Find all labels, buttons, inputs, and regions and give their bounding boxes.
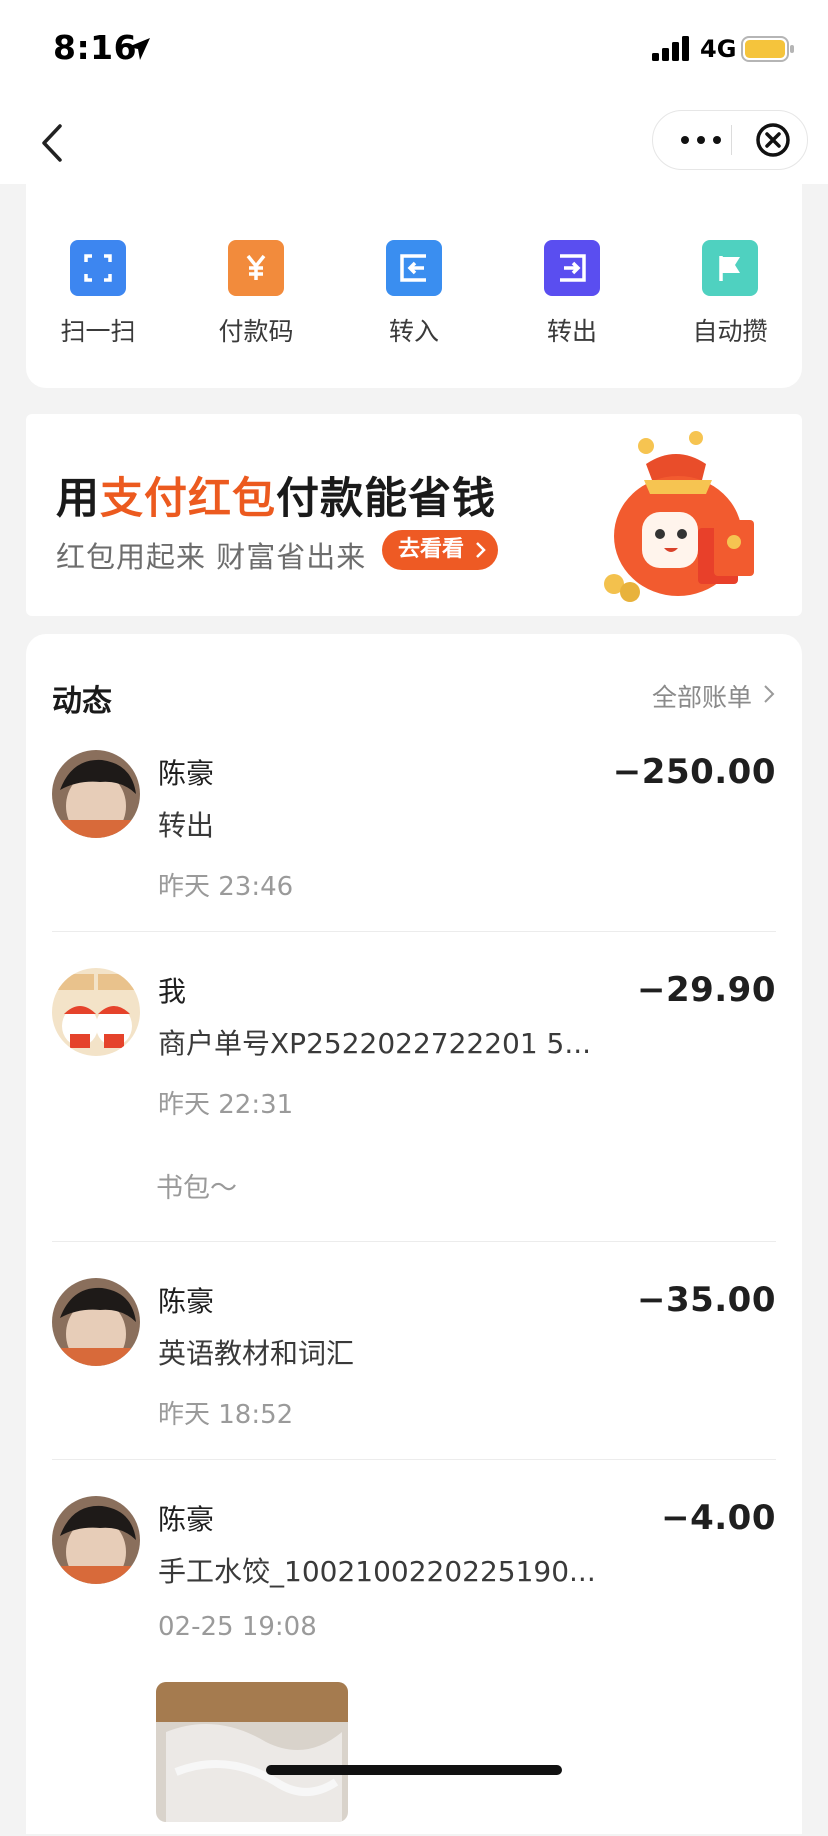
chevron-right-icon: [764, 685, 775, 703]
list-item[interactable]: 我 商户单号XP2522022722201 5... 昨天 22:31 −29.…: [52, 968, 776, 1208]
attachment-thumbnail[interactable]: [156, 1682, 348, 1822]
battery-icon: [741, 36, 794, 62]
flag-icon: [702, 240, 758, 296]
item-desc: 商户单号XP2522022722201 5...: [158, 1027, 592, 1060]
red-packet-banner[interactable]: 用支付红包付款能省钱 红包用起来 财富省出来 去看看: [26, 414, 802, 616]
action-auto-save[interactable]: 自动攒: [670, 240, 790, 348]
headline-prefix: 用: [56, 474, 100, 524]
list-item[interactable]: 陈豪 英语教材和词汇 昨天 18:52 −35.00: [52, 1278, 776, 1438]
banner-subtitle: 红包用起来 财富省出来: [56, 540, 367, 574]
action-payment-code[interactable]: 付款码: [196, 240, 316, 348]
headline-highlight: 支付红包: [100, 474, 276, 524]
action-label: 扫一扫: [60, 317, 136, 346]
item-time: 02-25 19:08: [158, 1612, 317, 1642]
item-desc: 转出: [158, 809, 215, 842]
headline-suffix: 付款能省钱: [276, 474, 496, 524]
signal-icon: [652, 36, 689, 61]
capsule-divider: [731, 125, 732, 155]
divider: [52, 931, 776, 932]
status-bar: 8:16 4G: [0, 0, 828, 100]
home-indicator: [266, 1765, 562, 1775]
item-amount: −29.90: [636, 970, 776, 1010]
item-name: 陈豪: [158, 757, 215, 790]
item-note: 书包～: [156, 1173, 237, 1204]
item-amount: −250.00: [612, 752, 776, 792]
go-see-button[interactable]: 去看看: [382, 530, 499, 570]
back-button[interactable]: [36, 120, 70, 166]
activity-title: 动态: [52, 684, 112, 719]
action-label: 自动攒: [692, 317, 768, 346]
item-time: 昨天 23:46: [158, 872, 294, 902]
avatar: [52, 1278, 140, 1366]
avatar: [52, 750, 140, 838]
item-amount: −35.00: [636, 1280, 776, 1320]
action-scan[interactable]: 扫一扫: [38, 240, 158, 348]
transfer-out-icon: [544, 240, 600, 296]
more-icon[interactable]: [675, 111, 731, 169]
divider: [52, 1459, 776, 1460]
scan-icon: [70, 240, 126, 296]
divider: [52, 1241, 776, 1242]
network-type: 4G: [700, 35, 737, 63]
all-bills-label: 全部账单: [651, 683, 752, 712]
mini-program-capsule: [652, 110, 808, 170]
payment-code-icon: [228, 240, 284, 296]
avatar: [52, 1496, 140, 1584]
item-desc: 手工水饺_1002100220225190...: [158, 1555, 596, 1588]
item-name: 陈豪: [158, 1503, 215, 1536]
red-packet-mascot-icon: [604, 431, 754, 602]
banner-headline: 用支付红包付款能省钱: [56, 464, 496, 526]
activity-card: 动态 全部账单 陈豪 转出 昨天 23:46 −250.00 我 商户单号XP2…: [26, 634, 802, 1834]
item-amount: −4.00: [661, 1498, 776, 1538]
item-time: 昨天 18:52: [158, 1400, 294, 1430]
all-bills-link[interactable]: 全部账单: [652, 678, 776, 714]
status-time: 8:16: [53, 28, 138, 67]
item-time: 昨天 22:31: [158, 1090, 294, 1120]
transfer-in-icon: [386, 240, 442, 296]
action-label: 付款码: [218, 317, 294, 346]
action-label: 转入: [388, 317, 439, 346]
quick-actions-card: 扫一扫 付款码 转入 转出 自动攒: [26, 184, 802, 388]
location-arrow-icon: [128, 38, 150, 60]
list-item[interactable]: 陈豪 手工水饺_1002100220225190... 02-25 19:08 …: [52, 1496, 776, 1836]
chevron-right-icon: [476, 542, 486, 558]
item-name: 我: [158, 975, 187, 1008]
avatar: [52, 968, 140, 1056]
close-icon[interactable]: [745, 111, 801, 169]
item-name: 陈豪: [158, 1285, 215, 1318]
action-transfer-out[interactable]: 转出: [512, 240, 632, 348]
item-desc: 英语教材和词汇: [158, 1337, 355, 1370]
list-item[interactable]: 陈豪 转出 昨天 23:46 −250.00: [52, 750, 776, 910]
action-label: 转出: [546, 317, 597, 346]
action-transfer-in[interactable]: 转入: [354, 240, 474, 348]
go-see-label: 去看看: [398, 537, 465, 562]
nav-bar: [0, 100, 828, 184]
